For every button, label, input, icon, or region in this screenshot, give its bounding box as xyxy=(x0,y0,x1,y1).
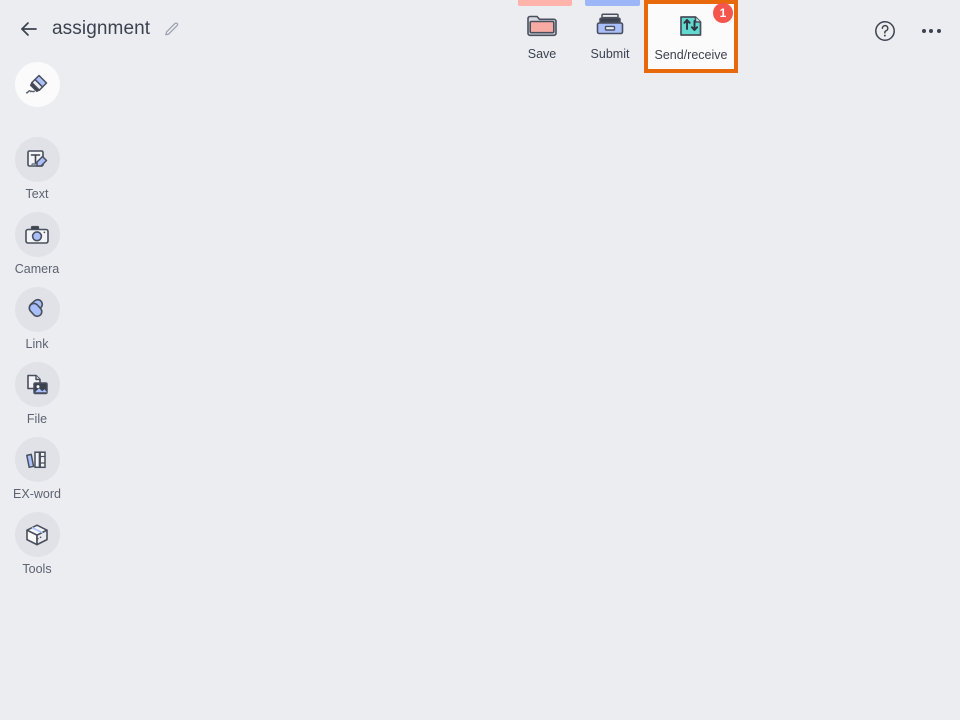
help-circle-icon[interactable] xyxy=(872,18,898,44)
text-edit-icon xyxy=(14,137,60,182)
save-button[interactable]: Save xyxy=(508,0,576,73)
toolbox-cube-icon xyxy=(14,512,60,557)
folder-icon xyxy=(525,9,559,41)
send-receive-button[interactable]: 1 Send/receive xyxy=(644,0,738,73)
more-options-icon[interactable] xyxy=(918,18,944,44)
sidebar-item-camera[interactable]: Camera xyxy=(1,212,73,287)
sidebar-label-tools: Tools xyxy=(22,562,52,576)
camera-icon xyxy=(14,212,60,257)
status-badge: 1 xyxy=(713,3,733,23)
sidebar-label-link: Link xyxy=(25,337,49,351)
left-sidebar: Text Camera Link File EX-word Tools xyxy=(0,62,74,587)
send-receive-tray-icon xyxy=(674,10,708,42)
sidebar-item-text[interactable]: Text xyxy=(1,137,73,212)
pencil-edit-icon[interactable] xyxy=(162,20,180,38)
printer-icon xyxy=(593,9,627,41)
sidebar-label-file: File xyxy=(26,412,48,426)
submit-button[interactable]: Submit xyxy=(576,0,644,73)
document-canvas[interactable] xyxy=(74,74,960,720)
sidebar-item-link[interactable]: Link xyxy=(1,287,73,362)
save-label: Save xyxy=(527,47,557,61)
books-icon xyxy=(14,437,60,482)
header-toolbar: Save Submit 1 Send/receive xyxy=(508,0,738,74)
sidebar-label-camera: Camera xyxy=(14,262,60,276)
app-header: assignment Save Submit 1 Send/receive xyxy=(0,0,960,74)
file-image-icon xyxy=(14,362,60,407)
sidebar-item-exword[interactable]: EX-word xyxy=(1,437,73,512)
send-receive-label: Send/receive xyxy=(654,48,728,62)
title-group: assignment xyxy=(16,14,180,44)
sidebar-item-file[interactable]: File xyxy=(1,362,73,437)
page-title: assignment xyxy=(52,18,151,39)
sidebar-item-tools[interactable]: Tools xyxy=(1,512,73,587)
sidebar-item-pen[interactable] xyxy=(1,62,73,137)
sidebar-label-exword: EX-word xyxy=(13,487,61,501)
link-chain-icon xyxy=(14,287,60,332)
highlighter-pen-icon xyxy=(14,62,60,107)
submit-label: Submit xyxy=(590,47,630,61)
back-arrow-icon[interactable] xyxy=(16,16,42,42)
header-actions xyxy=(872,18,944,44)
sidebar-label-text: Text xyxy=(25,187,49,201)
